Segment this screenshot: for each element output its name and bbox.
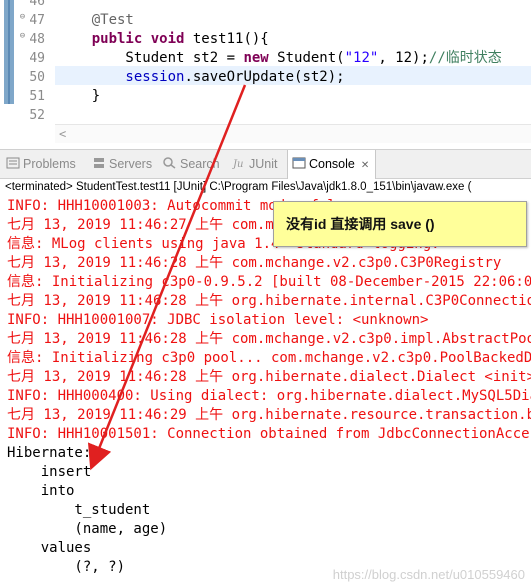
code-line: Student st2 = new Student("12", 12);//临时… (58, 49, 502, 68)
tab-label: Console (309, 157, 355, 171)
console-line: INFO: HHH10001501: Connection obtained f… (7, 426, 531, 442)
code-line: } (58, 87, 100, 106)
annotation-callout: 没有id 直接调用 save () (273, 201, 527, 247)
fold-icon[interactable]: ⊖ (18, 32, 27, 41)
code-token: Student( (268, 50, 345, 66)
code-token: "12" (344, 50, 379, 66)
line-number: 49 (29, 51, 45, 66)
console-line: 七月 13, 2019 11:46:28 上午 org.hibernate.di… (7, 369, 531, 385)
line-number: 52 (29, 108, 45, 123)
console-line: (?, ?) (7, 559, 126, 575)
console-line: 七月 13, 2019 11:46:29 上午 org.hibernate.re… (7, 407, 531, 423)
code-token: , 12); (378, 50, 429, 66)
code-token: } (58, 88, 101, 104)
problems-icon (6, 151, 20, 169)
horizontal-scrollbar[interactable]: < (55, 124, 531, 143)
code-token: .saveOrUpdate(st2); (184, 69, 345, 85)
code-token: public void (58, 31, 185, 47)
console-line: 信息: Initializing c3p0 pool... com.mchang… (7, 350, 531, 366)
console-line: values (7, 540, 92, 556)
tab-label: Servers (109, 157, 153, 171)
tab-label: JUnit (249, 157, 278, 171)
junit-icon: Ju (231, 151, 246, 170)
tab-console[interactable]: Console ✕ (287, 150, 377, 179)
console-line: into (7, 483, 75, 499)
code-token: Student st2 = (58, 50, 244, 66)
tab-label: Problems (23, 157, 76, 171)
code-editor[interactable]: 46 47 @Test 48 public void test11(){49 Stu… (0, 0, 531, 147)
servers-icon (92, 151, 106, 168)
console-output[interactable]: INFO: HHH10001003: Autocommit mode: fals… (0, 197, 531, 588)
console-status-line: <terminated> StudentTest.test11 [JUnit] … (5, 181, 472, 193)
line-number: 51 (29, 89, 45, 104)
callout-text: 没有id 直接调用 save () (286, 216, 435, 232)
code-token: session (58, 69, 185, 85)
code-line: @Test (58, 11, 134, 30)
line-number: 46 (29, 0, 45, 9)
console-line: insert (7, 464, 100, 480)
search-icon (163, 151, 177, 169)
tab-search[interactable]: Search (163, 150, 220, 178)
tab-label: Search (180, 157, 220, 171)
change-ruler (4, 0, 14, 104)
watermark: https://blog.csdn.net/u010559460 (332, 567, 525, 582)
view-tab-bar: Problems Servers Search Ju JUnit Console ✕ (0, 149, 531, 179)
console-line: t_student (7, 502, 151, 518)
tab-servers[interactable]: Servers (92, 150, 152, 178)
console-line: 信息: Initializing c3p0-0.9.5.2 [built 08-… (7, 274, 531, 290)
scroll-left-icon[interactable]: < (59, 127, 66, 141)
console-line: INFO: HHH10001007: JDBC isolation level:… (7, 312, 429, 328)
close-icon[interactable]: ✕ (361, 160, 369, 171)
svg-text:Ju: Ju (232, 159, 243, 169)
console-line: (name, age) (7, 521, 176, 537)
tab-problems[interactable]: Problems (6, 150, 76, 178)
code-line: session.saveOrUpdate(st2); (58, 68, 345, 87)
console-line: 七月 13, 2019 11:46:28 上午 com.mchange.v2.c… (7, 331, 531, 347)
console-line: 七月 13, 2019 11:46:28 上午 org.hibernate.in… (7, 293, 531, 309)
code-token: test11(){ (184, 31, 269, 47)
fold-icon[interactable]: ⊖ (18, 13, 27, 22)
console-line: 七月 13, 2019 11:46:28 上午 com.mchange.v2.c… (7, 255, 502, 271)
tab-junit[interactable]: Ju JUnit (231, 150, 278, 178)
code-token: @Test (58, 12, 134, 28)
console-line: Hibernate: (7, 445, 100, 461)
console-icon (292, 151, 306, 169)
code-token: new (243, 50, 269, 66)
console-line: INFO: HHH000400: Using dialect: org.hibe… (7, 388, 531, 404)
code-token: //临时状态 (428, 50, 502, 66)
code-line: public void test11(){ (58, 30, 269, 49)
line-number: 50 (29, 70, 45, 85)
